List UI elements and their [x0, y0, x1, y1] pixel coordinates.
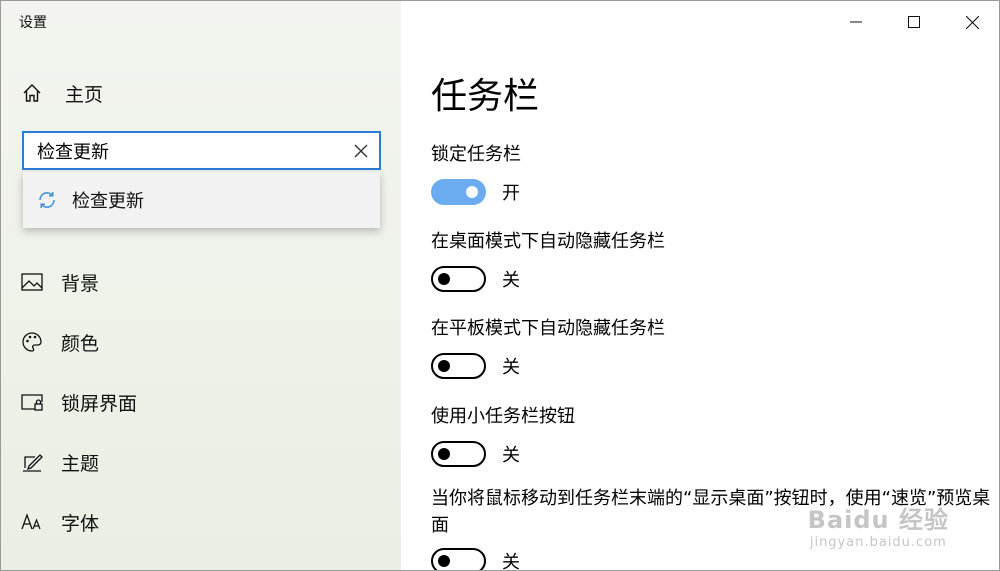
sidebar-item-colors[interactable]: 颜色	[21, 327, 99, 357]
palette-icon	[21, 331, 43, 353]
watermark: Baidu 经验 jingyan.baidu.com	[808, 500, 949, 550]
sidebar-item-fonts[interactable]: 字体	[21, 507, 99, 537]
sidebar-item-label: 字体	[61, 512, 100, 535]
font-icon	[21, 511, 43, 533]
setting-label: 锁定任务栏	[431, 144, 521, 165]
maximize-icon	[908, 16, 920, 28]
toggle-state-label: 关	[502, 445, 520, 466]
sidebar-item-label: 锁屏界面	[61, 392, 138, 415]
refresh-icon	[36, 189, 58, 211]
sidebar-item-themes[interactable]: 主题	[21, 447, 99, 477]
toggle-knob	[438, 360, 450, 372]
home-icon	[21, 82, 43, 104]
nav-home-label: 主页	[65, 83, 104, 106]
search-box[interactable]	[22, 131, 381, 170]
setting-autohide-desktop: 在桌面模式下自动隐藏任务栏 关	[431, 227, 665, 292]
sidebar-item-lock-screen[interactable]: 锁屏界面	[21, 387, 137, 417]
settings-window: 设置 主页 检查更新 背景	[0, 0, 1000, 571]
toggle-state-label: 关	[502, 270, 520, 291]
toggle-knob	[438, 273, 450, 285]
page-title: 任务栏	[431, 76, 540, 117]
toggle-knob	[438, 555, 450, 567]
close-icon	[965, 15, 979, 29]
search-input[interactable]	[37, 140, 343, 161]
watermark-logo: Baidu 经验	[807, 506, 949, 534]
search-suggestion-item[interactable]: 检查更新	[23, 172, 380, 228]
main-panel: 任务栏 锁定任务栏 开 在桌面模式下自动隐藏任务栏 关 在平板模式下自动隐藏任务…	[401, 1, 999, 571]
lock-taskbar-toggle[interactable]	[431, 179, 486, 205]
small-buttons-toggle[interactable]	[431, 441, 486, 467]
suggestion-label: 检查更新	[72, 191, 144, 212]
toggle-state-label: 关	[502, 357, 520, 378]
toggle-state-label: 关	[502, 552, 520, 571]
toggle-state-label: 开	[502, 183, 520, 204]
peek-desktop-toggle[interactable]	[431, 548, 486, 570]
lock-screen-icon	[21, 391, 43, 413]
sidebar-item-label: 颜色	[61, 332, 100, 355]
autohide-desktop-toggle[interactable]	[431, 266, 486, 292]
close-button[interactable]	[943, 1, 999, 43]
toggle-knob	[466, 186, 478, 198]
watermark-url: jingyan.baidu.com	[809, 535, 947, 550]
setting-lock-taskbar: 锁定任务栏 开	[431, 140, 521, 205]
app-title: 设置	[19, 15, 47, 31]
clear-search-button[interactable]	[343, 133, 379, 169]
minimize-icon	[850, 21, 862, 23]
setting-label: 使用小任务栏按钮	[431, 406, 575, 427]
minimize-button[interactable]	[827, 1, 885, 43]
sidebar-item-label: 背景	[61, 272, 100, 295]
nav-home[interactable]: 主页	[21, 79, 103, 107]
autohide-tablet-toggle[interactable]	[431, 353, 486, 379]
sidebar: 设置 主页 检查更新 背景	[1, 1, 401, 570]
sidebar-item-background[interactable]: 背景	[21, 267, 99, 297]
picture-icon	[21, 271, 43, 293]
window-controls	[827, 1, 999, 43]
maximize-button[interactable]	[885, 1, 943, 43]
toggle-knob	[438, 448, 450, 460]
setting-label: 在桌面模式下自动隐藏任务栏	[431, 231, 665, 252]
setting-small-buttons: 使用小任务栏按钮 关	[431, 402, 575, 467]
theme-brush-icon	[21, 451, 43, 473]
close-icon	[354, 144, 368, 157]
setting-label: 在平板模式下自动隐藏任务栏	[431, 318, 665, 339]
sidebar-item-label: 主题	[61, 452, 100, 475]
setting-autohide-tablet: 在平板模式下自动隐藏任务栏 关	[431, 314, 665, 379]
